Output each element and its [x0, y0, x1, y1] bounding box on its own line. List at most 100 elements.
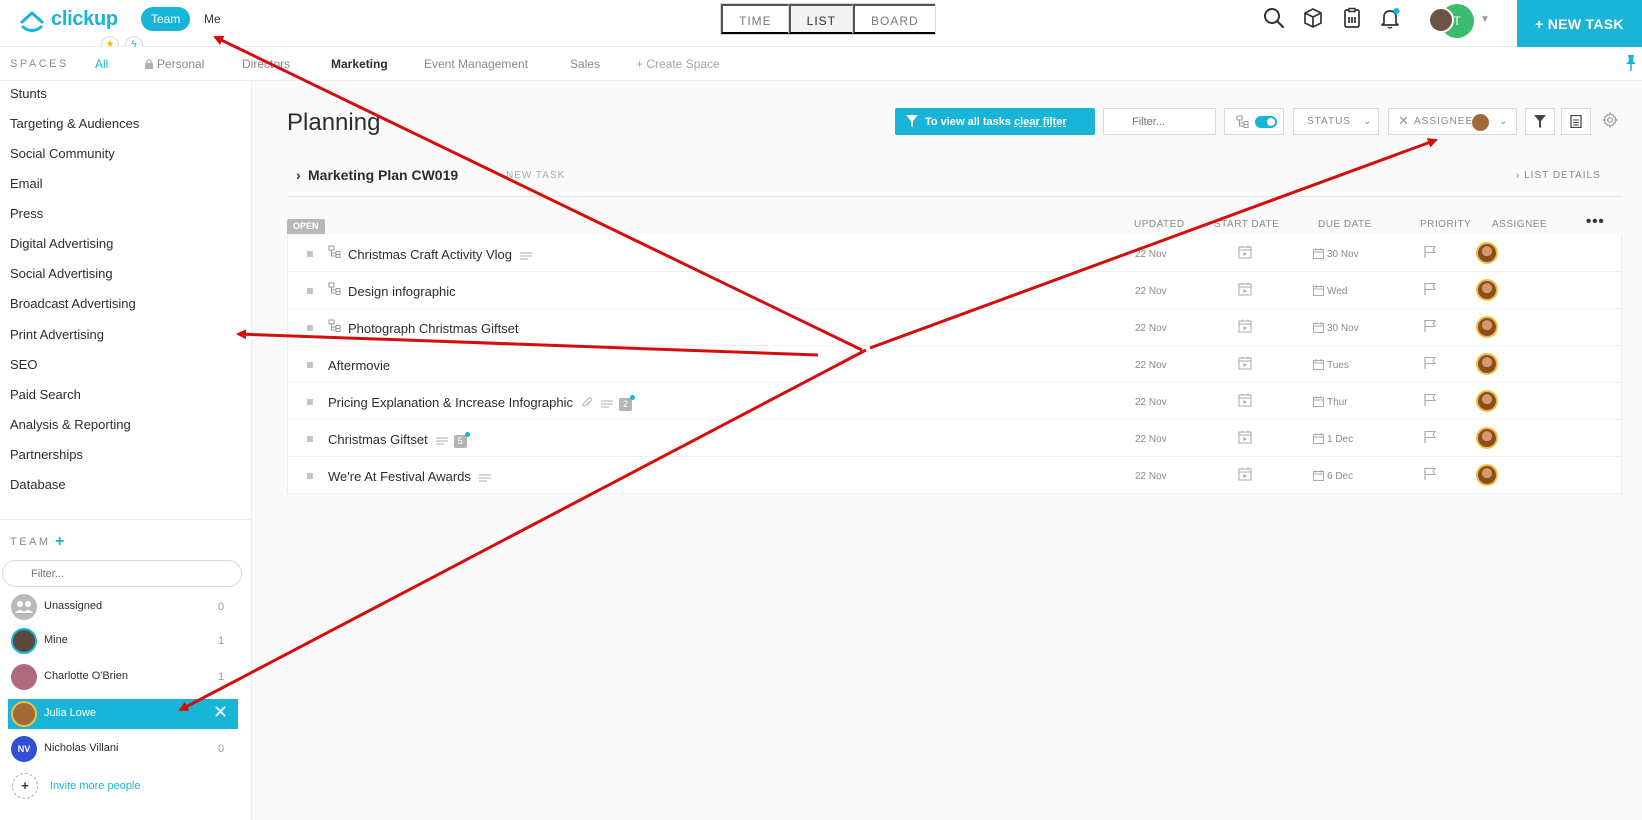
column-header-assignee[interactable]: ASSIGNEE: [1492, 219, 1547, 230]
invite-plus-icon[interactable]: +: [12, 773, 38, 799]
subtasks-toggle[interactable]: [1224, 108, 1284, 135]
assignee-avatar[interactable]: [1476, 390, 1498, 412]
task-name[interactable]: Design infographic: [348, 284, 456, 299]
space-tab-all[interactable]: All: [95, 57, 108, 71]
task-name[interactable]: Aftermovie: [328, 358, 390, 373]
start-date-icon[interactable]: [1238, 319, 1252, 333]
clipboard-icon[interactable]: [1340, 6, 1364, 30]
filter-button[interactable]: [1525, 108, 1555, 135]
status-group-badge[interactable]: OPEN: [287, 219, 325, 234]
space-tab-event-management[interactable]: Event Management: [424, 57, 528, 71]
task-row[interactable]: Aftermovie 22 Nov Tues: [288, 346, 1621, 383]
assignee-avatar[interactable]: [1476, 242, 1498, 264]
assignee-dropdown[interactable]: ✕ ASSIGNEE ⌄: [1388, 108, 1517, 135]
subtask-count-badge[interactable]: 2: [618, 395, 635, 411]
priority-flag-icon[interactable]: [1423, 393, 1437, 407]
priority-flag-icon[interactable]: [1423, 282, 1437, 296]
task-filter-input[interactable]: [1103, 108, 1216, 135]
task-name[interactable]: Pricing Explanation & Increase Infograph…: [328, 395, 635, 411]
sidebar-item-broadcast-advertising[interactable]: Broadcast Advertising: [10, 296, 136, 311]
task-due-date[interactable]: Thur: [1313, 396, 1348, 408]
task-due-date[interactable]: 30 Nov: [1313, 322, 1359, 334]
start-date-icon[interactable]: [1238, 356, 1252, 370]
toggle-switch[interactable]: [1255, 116, 1277, 128]
sidebar-item-social-advertising[interactable]: Social Advertising: [10, 266, 113, 281]
add-team-member-icon[interactable]: +: [55, 533, 64, 551]
status-square-icon[interactable]: [307, 288, 313, 294]
status-square-icon[interactable]: [307, 325, 313, 331]
sidebar-item-email[interactable]: Email: [10, 176, 43, 191]
task-due-date[interactable]: 30 Nov: [1313, 248, 1359, 260]
sidebar-item-seo[interactable]: SEO: [10, 357, 37, 372]
start-date-icon[interactable]: [1238, 245, 1252, 259]
start-date-icon[interactable]: [1238, 282, 1252, 296]
priority-flag-icon[interactable]: [1423, 245, 1437, 259]
assignee-avatar[interactable]: [1476, 316, 1498, 338]
sidebar-item-database[interactable]: Database: [10, 477, 66, 492]
sidebar-item-print-advertising[interactable]: Print Advertising: [10, 327, 104, 342]
status-square-icon[interactable]: [307, 362, 313, 368]
team-member-unassigned[interactable]: Unassigned 0: [8, 593, 238, 621]
column-header-updated[interactable]: UPDATED: [1134, 219, 1185, 230]
task-due-date[interactable]: 1 Dec: [1313, 433, 1353, 445]
column-header-due-date[interactable]: DUE DATE: [1318, 219, 1372, 230]
chevron-down-icon[interactable]: ▼: [1480, 14, 1490, 25]
task-row[interactable]: Pricing Explanation & Increase Infograph…: [288, 383, 1621, 420]
priority-flag-icon[interactable]: [1423, 319, 1437, 333]
search-icon[interactable]: [1262, 6, 1286, 30]
clear-filter-button[interactable]: To view all tasks clear filter: [895, 108, 1095, 135]
start-date-icon[interactable]: [1238, 393, 1252, 407]
clear-assignee-icon[interactable]: ✕: [1398, 113, 1409, 129]
view-time-button[interactable]: TIME: [721, 4, 789, 34]
box-icon[interactable]: [1301, 6, 1325, 30]
task-due-date[interactable]: Tues: [1313, 359, 1349, 371]
task-due-date[interactable]: Wed: [1313, 285, 1347, 297]
new-task-button[interactable]: + NEW TASK: [1517, 0, 1642, 47]
close-icon[interactable]: ✕: [213, 702, 228, 723]
priority-flag-icon[interactable]: [1423, 430, 1437, 444]
list-name[interactable]: Marketing Plan CW019: [308, 167, 458, 183]
task-name[interactable]: Photograph Christmas Giftset: [348, 321, 519, 336]
task-name[interactable]: Christmas Craft Activity Vlog: [348, 247, 532, 262]
more-options-icon[interactable]: •••: [1586, 213, 1605, 230]
list-new-task-button[interactable]: NEW TASK: [506, 170, 565, 181]
pin-icon[interactable]: [1624, 54, 1638, 72]
invite-more-people-link[interactable]: Invite more people: [50, 780, 141, 792]
status-dropdown[interactable]: STATUS ⌄: [1293, 108, 1379, 135]
team-toggle-button[interactable]: Team: [141, 7, 191, 31]
sidebar-item-social-community[interactable]: Social Community: [10, 146, 115, 161]
task-row[interactable]: Design infographic 22 Nov Wed: [288, 272, 1621, 309]
sidebar-item-paid-search[interactable]: Paid Search: [10, 387, 81, 402]
export-button[interactable]: [1561, 108, 1591, 135]
task-row[interactable]: Christmas Craft Activity Vlog 22 Nov 30 No…: [288, 235, 1621, 272]
me-toggle-button[interactable]: Me: [200, 7, 225, 31]
gear-icon[interactable]: [1602, 112, 1618, 128]
sidebar-item-targeting[interactable]: Targeting & Audiences: [10, 116, 139, 131]
assignee-avatar[interactable]: [1476, 279, 1498, 301]
status-square-icon[interactable]: [307, 399, 313, 405]
column-header-priority[interactable]: PRIORITY: [1420, 219, 1471, 230]
notification-bell-icon[interactable]: [1378, 6, 1402, 30]
assignee-avatar[interactable]: [1476, 464, 1498, 486]
create-space-link[interactable]: + Create Space: [636, 57, 720, 71]
user-avatar-menu[interactable]: T: [1428, 2, 1476, 38]
status-square-icon[interactable]: [307, 473, 313, 479]
sidebar-item-press[interactable]: Press: [10, 206, 43, 221]
status-square-icon[interactable]: [307, 436, 313, 442]
chevron-right-icon[interactable]: ›: [296, 167, 301, 183]
assignee-avatar[interactable]: [1476, 427, 1498, 449]
space-tab-marketing[interactable]: Marketing: [331, 57, 388, 71]
space-tab-personal[interactable]: Personal: [157, 57, 204, 71]
task-name[interactable]: We're At Festival Awards: [328, 469, 491, 484]
clear-filter-link[interactable]: clear filter: [1014, 116, 1067, 128]
task-name[interactable]: Christmas Giftset 5: [328, 432, 470, 448]
list-details-link[interactable]: › LIST DETAILS: [1516, 170, 1601, 181]
column-header-start-date[interactable]: START DATE: [1214, 219, 1279, 230]
priority-flag-icon[interactable]: [1423, 467, 1437, 481]
task-row[interactable]: We're At Festival Awards 22 Nov 6 Dec: [288, 457, 1621, 494]
start-date-icon[interactable]: [1238, 430, 1252, 444]
team-member-nicholas[interactable]: NV Nicholas Villani 0: [8, 735, 238, 763]
team-member-charlotte[interactable]: Charlotte O'Brien 1: [8, 663, 238, 691]
view-list-button[interactable]: LIST: [788, 4, 854, 34]
team-filter-input[interactable]: [2, 560, 242, 587]
